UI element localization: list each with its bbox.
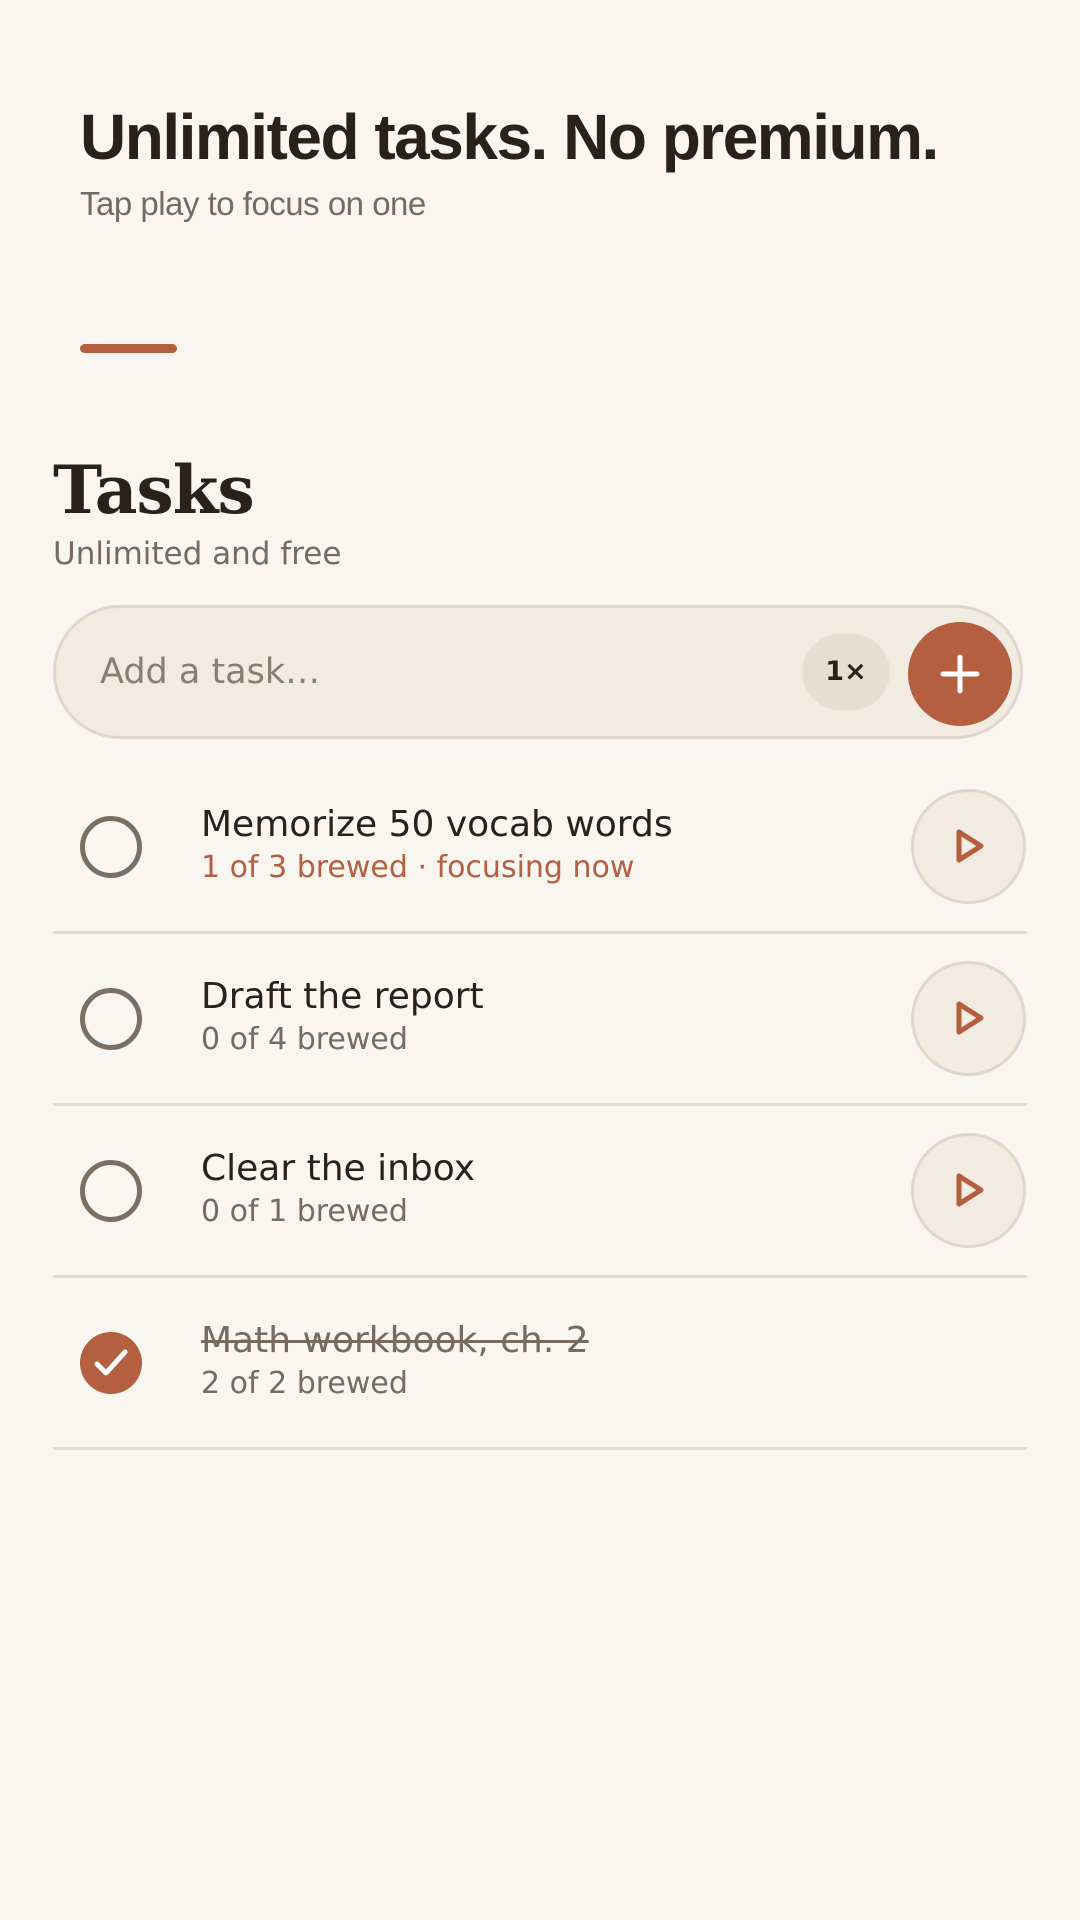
task-progress: 0 of 1 brewed [201,1194,408,1229]
task-row: Draft the report 0 of 4 brewed [53,934,1027,1106]
play-button[interactable] [911,789,1026,904]
task-row: Math workbook, ch. 2 2 of 2 brewed [53,1278,1027,1450]
play-icon [956,829,984,863]
task-name: Draft the report [201,976,484,1017]
add-task-bar: 1× [53,605,1023,739]
page-subtitle: Unlimited and free [53,536,342,572]
page-title: Tasks [53,451,255,529]
task-progress: 0 of 4 brewed [201,1022,408,1057]
task-text: Clear the inbox 0 of 1 brewed [201,1146,475,1232]
task-name: Memorize 50 vocab words [201,804,673,845]
task-checkbox[interactable] [80,988,142,1050]
play-icon [956,1001,984,1035]
promo-subtitle: Tap play to focus on one [80,185,426,222]
task-progress: 1 of 3 brewed · focusing now [201,850,635,885]
tasks-header: Tasks Unlimited and free [53,450,341,574]
task-name: Math workbook, ch. 2 [201,1320,589,1361]
play-button[interactable] [911,1133,1026,1248]
promo-headline: Unlimited tasks. No premium. [80,101,939,173]
task-checkbox[interactable] [80,1160,142,1222]
task-checkbox[interactable] [80,816,142,878]
check-icon [94,1349,128,1376]
add-task-button[interactable] [908,622,1012,726]
task-row: Clear the inbox 0 of 1 brewed [53,1106,1027,1278]
task-name: Clear the inbox [201,1148,476,1189]
add-task-input[interactable] [100,608,780,736]
task-text: Memorize 50 vocab words 1 of 3 brewed · … [201,802,673,888]
plus-icon [940,654,980,694]
play-icon [956,1173,984,1207]
play-button[interactable] [911,961,1026,1076]
task-progress: 2 of 2 brewed [201,1366,408,1401]
task-list: Memorize 50 vocab words 1 of 3 brewed · … [53,762,1027,1450]
task-text: Draft the report 0 of 4 brewed [201,974,484,1060]
accent-divider [80,344,177,353]
promo-banner: Unlimited tasks. No premium. Tap play to… [80,96,1020,224]
speed-toggle[interactable]: 1× [802,634,890,710]
task-text: Math workbook, ch. 2 2 of 2 brewed [201,1318,589,1404]
task-checkbox-checked[interactable] [80,1332,142,1394]
task-row: Memorize 50 vocab words 1 of 3 brewed · … [53,762,1027,934]
